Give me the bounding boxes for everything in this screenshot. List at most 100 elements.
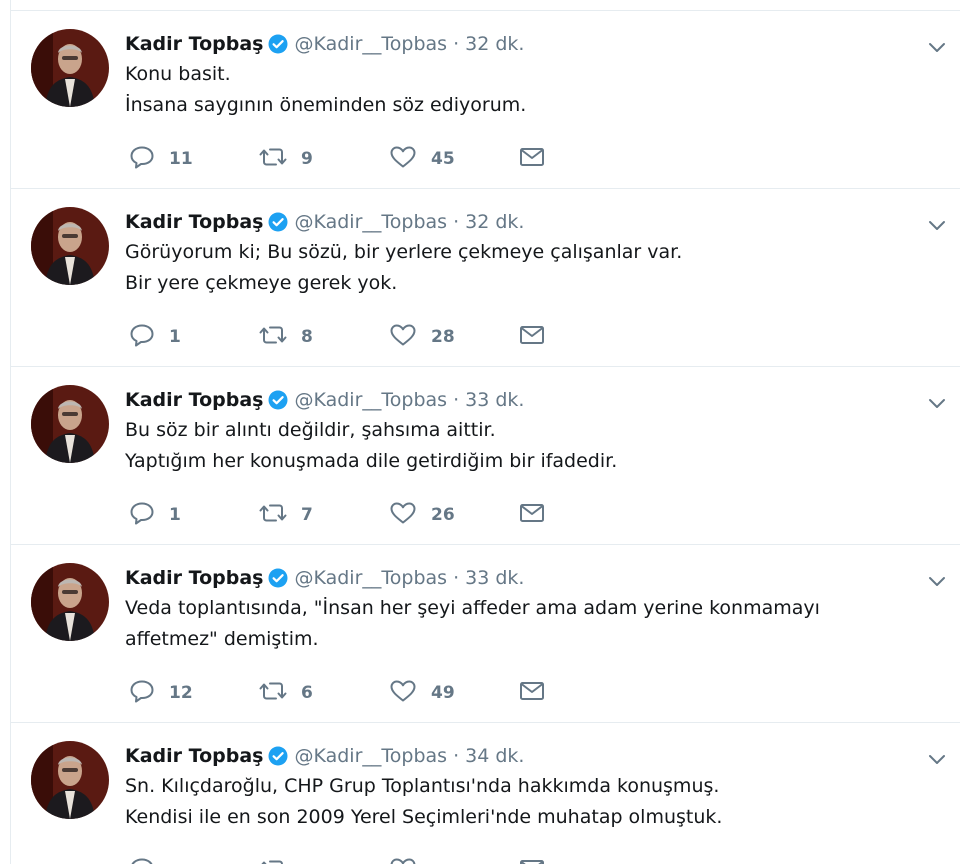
- separator-dot: ·: [453, 567, 460, 589]
- author-handle[interactable]: @Kadir__Topbas: [294, 33, 447, 55]
- tweet-timestamp[interactable]: 32 dk.: [465, 33, 524, 55]
- retweet-icon: [259, 857, 301, 864]
- avatar[interactable]: [31, 207, 109, 285]
- separator-dot: ·: [453, 745, 460, 767]
- verified-badge-icon: [268, 746, 288, 766]
- retweet-icon: [259, 323, 301, 352]
- reply-button[interactable]: 11: [129, 145, 193, 173]
- tweet-timeline: Kadir Topbaş @Kadir__Topbas · 32 dk. Kon…: [0, 0, 960, 864]
- retweet-button[interactable]: 7: [259, 501, 313, 529]
- like-count: 49: [431, 683, 455, 703]
- like-button[interactable]: [389, 857, 431, 864]
- chevron-down-icon[interactable]: [928, 573, 946, 586]
- tweet-text-line: Kendisi ile en son 2009 Yerel Seçimleri'…: [125, 806, 723, 828]
- envelope-icon: [519, 146, 559, 173]
- reply-button[interactable]: 1: [129, 501, 181, 529]
- separator-dot: ·: [453, 211, 460, 233]
- tweet-text-line: Bu söz bir alıntı değildir, şahsıma aitt…: [125, 419, 496, 441]
- tweet[interactable]: Kadir Topbaş @Kadir__Topbas · 33 dk. Ved…: [11, 545, 960, 723]
- tweet[interactable]: Kadir Topbaş @Kadir__Topbas · 32 dk. Gör…: [11, 189, 960, 367]
- reply-count: 1: [169, 327, 181, 347]
- tweet-text: Veda toplantısında, "İnsan her şeyi affe…: [125, 593, 905, 655]
- author-handle[interactable]: @Kadir__Topbas: [294, 211, 447, 233]
- direct-message-button[interactable]: [519, 501, 559, 529]
- tweet-text: Görüyorum ki; Bu sözü, bir yerlere çekme…: [125, 237, 905, 299]
- reply-icon: [129, 679, 169, 708]
- tweet-timestamp[interactable]: 32 dk.: [465, 211, 524, 233]
- avatar[interactable]: [31, 741, 109, 819]
- author-name[interactable]: Kadir Topbaş: [125, 389, 263, 411]
- envelope-icon: [519, 324, 559, 351]
- author-handle[interactable]: @Kadir__Topbas: [294, 567, 447, 589]
- direct-message-button[interactable]: [519, 679, 559, 707]
- verified-badge-icon: [268, 390, 288, 410]
- envelope-icon: [519, 680, 559, 707]
- retweet-icon: [259, 145, 301, 174]
- reply-button[interactable]: [129, 857, 169, 864]
- verified-badge-icon: [268, 34, 288, 54]
- heart-icon: [389, 679, 431, 708]
- avatar[interactable]: [31, 563, 109, 641]
- heart-icon: [389, 857, 431, 864]
- author-name[interactable]: Kadir Topbaş: [125, 745, 263, 767]
- envelope-icon: [519, 858, 559, 864]
- reply-button[interactable]: 1: [129, 323, 181, 351]
- reply-icon: [129, 501, 169, 530]
- chevron-down-icon[interactable]: [928, 39, 946, 52]
- reply-icon: [129, 323, 169, 352]
- like-button[interactable]: 26: [389, 501, 455, 529]
- tweet-text-line: İnsana saygının öneminden söz ediyorum.: [125, 94, 527, 116]
- avatar[interactable]: [31, 385, 109, 463]
- retweet-count: 6: [301, 683, 313, 703]
- chevron-down-icon[interactable]: [928, 395, 946, 408]
- direct-message-button[interactable]: [519, 857, 559, 864]
- author-name[interactable]: Kadir Topbaş: [125, 211, 263, 233]
- tweet-timestamp[interactable]: 33 dk.: [465, 389, 524, 411]
- retweet-button[interactable]: 9: [259, 145, 313, 173]
- author-handle[interactable]: @Kadir__Topbas: [294, 745, 447, 767]
- tweet-header: Kadir Topbaş @Kadir__Topbas · 33 dk.: [125, 563, 524, 593]
- tweet-text: Bu söz bir alıntı değildir, şahsıma aitt…: [125, 415, 905, 477]
- heart-icon: [389, 323, 431, 352]
- retweet-button[interactable]: [259, 857, 301, 864]
- tweet-header: Kadir Topbaş @Kadir__Topbas · 34 dk.: [125, 741, 524, 771]
- separator-dot: ·: [453, 389, 460, 411]
- retweet-button[interactable]: 8: [259, 323, 313, 351]
- verified-badge-icon: [268, 212, 288, 232]
- direct-message-button[interactable]: [519, 323, 559, 351]
- separator-dot: ·: [453, 33, 460, 55]
- heart-icon: [389, 501, 431, 530]
- direct-message-button[interactable]: [519, 145, 559, 173]
- like-count: 28: [431, 327, 455, 347]
- tweet[interactable]: Kadir Topbaş @Kadir__Topbas · 34 dk. Sn.…: [11, 723, 960, 864]
- tweet-header: Kadir Topbaş @Kadir__Topbas · 33 dk.: [125, 385, 524, 415]
- tweet-actions: 11 9 45: [129, 145, 569, 173]
- retweet-button[interactable]: 6: [259, 679, 313, 707]
- tweet-actions: 1 7 26: [129, 501, 569, 529]
- tweet-text-line: Görüyorum ki; Bu sözü, bir yerlere çekme…: [125, 241, 683, 263]
- heart-icon: [389, 145, 431, 174]
- reply-button[interactable]: 12: [129, 679, 193, 707]
- author-name[interactable]: Kadir Topbaş: [125, 567, 263, 589]
- tweet-text-line: Konu basit.: [125, 63, 231, 85]
- like-button[interactable]: 45: [389, 145, 455, 173]
- like-count: 45: [431, 149, 455, 169]
- chevron-down-icon[interactable]: [928, 751, 946, 764]
- tweet-timestamp[interactable]: 33 dk.: [465, 567, 524, 589]
- tweet[interactable]: Kadir Topbaş @Kadir__Topbas · 32 dk. Kon…: [11, 11, 960, 189]
- tweet-text-line: Veda toplantısında, "İnsan her şeyi affe…: [125, 597, 820, 619]
- chevron-down-icon[interactable]: [928, 217, 946, 230]
- verified-badge-icon: [268, 568, 288, 588]
- tweet-text: Konu basit. İnsana saygının öneminden sö…: [125, 59, 905, 121]
- like-button[interactable]: 28: [389, 323, 455, 351]
- author-name[interactable]: Kadir Topbaş: [125, 33, 263, 55]
- reply-count: 12: [169, 683, 193, 703]
- tweet-header: Kadir Topbaş @Kadir__Topbas · 32 dk.: [125, 29, 524, 59]
- avatar[interactable]: [31, 29, 109, 107]
- tweet[interactable]: Kadir Topbaş @Kadir__Topbas · 33 dk. Bu …: [11, 367, 960, 545]
- reply-icon: [129, 145, 169, 174]
- tweet-timestamp[interactable]: 34 dk.: [465, 745, 524, 767]
- tweet-actions: [129, 857, 569, 864]
- like-button[interactable]: 49: [389, 679, 455, 707]
- author-handle[interactable]: @Kadir__Topbas: [294, 389, 447, 411]
